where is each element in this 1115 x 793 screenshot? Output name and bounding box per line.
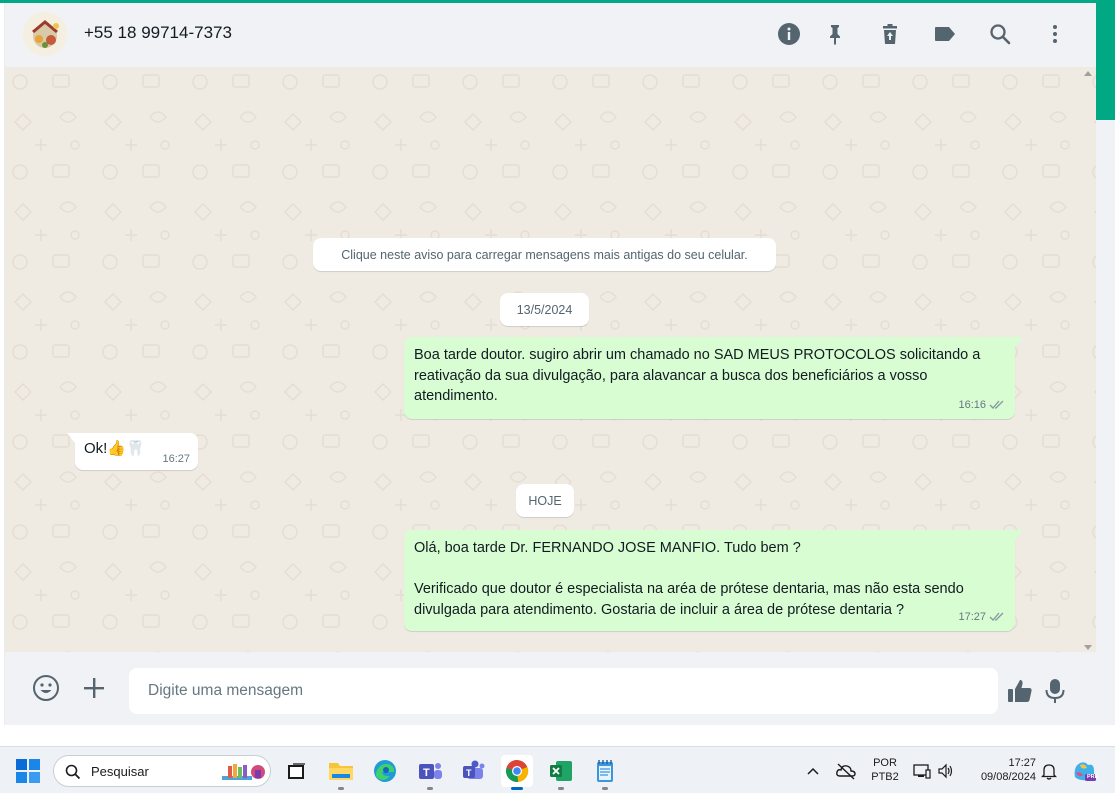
input-language-indicator[interactable]: POR PTB2 bbox=[866, 756, 904, 784]
chat-header: +55 18 99714-7373 bbox=[5, 3, 1096, 67]
message-meta: 17:27 bbox=[958, 607, 1005, 628]
scroll-up-arrow[interactable] bbox=[1084, 71, 1092, 76]
scroll-down-arrow[interactable] bbox=[1084, 645, 1092, 650]
search-icon[interactable] bbox=[987, 21, 1013, 47]
window-accent-edge bbox=[1096, 0, 1115, 120]
window-bottom-margin bbox=[0, 725, 1115, 746]
svg-text:T: T bbox=[466, 768, 472, 778]
message-line: reativação da sua divulgação, para alava… bbox=[414, 367, 928, 384]
message-line: Olá, boa tarde Dr. FERNANDO JOSE MANFIO.… bbox=[414, 540, 801, 556]
pin-icon[interactable] bbox=[822, 21, 848, 47]
message-time: 17:27 bbox=[958, 610, 986, 623]
microphone-icon[interactable] bbox=[1040, 676, 1070, 706]
delete-icon[interactable] bbox=[877, 21, 903, 47]
date-separator-today: HOJE bbox=[516, 484, 574, 517]
running-indicator bbox=[558, 787, 564, 790]
active-indicator bbox=[511, 787, 523, 790]
windows-taskbar: Pesquisar T T POR PTB2 17:27 09/08/2024 … bbox=[0, 746, 1115, 793]
message-time: 16:16 bbox=[958, 398, 986, 411]
date-separator: 13/5/2024 bbox=[500, 293, 589, 326]
composer-bar bbox=[5, 652, 1096, 725]
language-code: POR bbox=[873, 757, 897, 769]
taskbar-task-view[interactable] bbox=[280, 755, 312, 787]
taskbar-chrome-icon[interactable] bbox=[501, 755, 533, 790]
keyboard-layout-code: PTB2 bbox=[871, 771, 899, 783]
notification-bell-icon[interactable] bbox=[1037, 755, 1061, 787]
volume-icon[interactable] bbox=[934, 755, 958, 787]
taskbar-file-explorer-icon[interactable] bbox=[325, 755, 357, 790]
load-older-messages-notice[interactable]: Clique neste aviso para carregar mensage… bbox=[313, 238, 776, 271]
contact-name[interactable]: +55 18 99714-7373 bbox=[84, 23, 232, 43]
show-hidden-icons-chevron-icon[interactable] bbox=[800, 755, 826, 787]
message-line: divulgada para atendimento. Gostaria de … bbox=[414, 601, 905, 618]
taskbar-excel-icon[interactable] bbox=[545, 755, 577, 790]
onedrive-offline-icon[interactable] bbox=[832, 755, 860, 787]
emoji-icon[interactable] bbox=[31, 673, 61, 703]
conversation-panel[interactable]: Clique neste aviso para carregar mensage… bbox=[5, 67, 1096, 652]
message-input[interactable] bbox=[129, 668, 998, 714]
message-meta: 16:27 bbox=[162, 453, 190, 465]
taskbar-notepad-icon[interactable] bbox=[589, 755, 621, 790]
double-check-icon bbox=[989, 400, 1004, 410]
contact-avatar[interactable] bbox=[23, 12, 67, 56]
preview-badge: PRE bbox=[1087, 774, 1099, 780]
search-placeholder: Pesquisar bbox=[91, 764, 149, 779]
info-icon[interactable] bbox=[776, 21, 802, 47]
taskbar-search[interactable]: Pesquisar bbox=[53, 755, 271, 787]
running-indicator bbox=[338, 787, 344, 790]
message-line: Boa tarde doutor. sugiro abrir um chamad… bbox=[414, 347, 981, 363]
taskbar-teams-classic-icon[interactable]: T bbox=[414, 755, 446, 790]
message-text: Ok!👍🦷 bbox=[84, 440, 145, 457]
windows-start-icon[interactable] bbox=[16, 759, 40, 783]
thumbs-up-icon[interactable] bbox=[1005, 676, 1035, 706]
incoming-message[interactable]: Ok!👍🦷 16:27 bbox=[67, 433, 198, 470]
window-side-edge bbox=[1096, 120, 1115, 746]
taskbar-clock[interactable]: 17:27 09/08/2024 bbox=[964, 756, 1040, 784]
running-indicator bbox=[427, 787, 433, 790]
svg-text:T: T bbox=[423, 767, 430, 779]
outgoing-message[interactable]: Boa tarde doutor. sugiro abrir um chamad… bbox=[404, 337, 1023, 419]
message-line: Verificado que doutor é especialista na … bbox=[414, 581, 964, 597]
clock-time: 17:27 bbox=[1008, 757, 1036, 769]
message-line: atendimento. bbox=[414, 388, 498, 404]
clock-date: 09/08/2024 bbox=[980, 771, 1036, 783]
network-icon[interactable] bbox=[910, 755, 934, 787]
search-icon bbox=[65, 764, 81, 780]
message-time: 16:27 bbox=[162, 453, 190, 465]
search-highlight-books-icon bbox=[222, 764, 265, 780]
attach-plus-icon[interactable] bbox=[79, 673, 109, 703]
message-meta: 16:16 bbox=[958, 395, 1005, 416]
running-indicator bbox=[602, 787, 608, 790]
taskbar-teams-icon[interactable]: T bbox=[458, 755, 490, 787]
menu-icon[interactable] bbox=[1042, 21, 1068, 47]
copilot-icon[interactable]: PRE bbox=[1068, 755, 1100, 787]
double-check-icon bbox=[989, 612, 1004, 622]
outgoing-message[interactable]: Olá, boa tarde Dr. FERNANDO JOSE MANFIO.… bbox=[404, 530, 1023, 631]
taskbar-edge-icon[interactable] bbox=[369, 755, 401, 787]
label-icon[interactable] bbox=[932, 21, 958, 47]
